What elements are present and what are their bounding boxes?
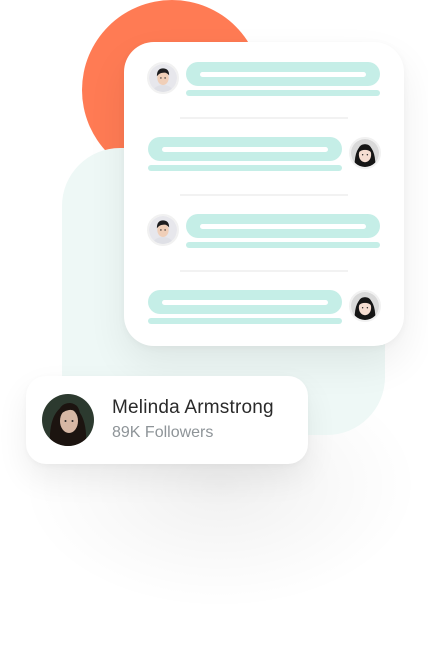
man-avatar-icon — [147, 214, 179, 246]
message-divider — [180, 194, 348, 196]
woman-avatar-icon — [349, 290, 381, 322]
message-bubble — [186, 214, 380, 238]
message-text-placeholder — [200, 224, 366, 229]
message-bubble — [148, 137, 342, 161]
man-avatar-icon — [147, 62, 179, 94]
message-subline — [186, 90, 380, 96]
message-subline — [186, 242, 380, 248]
message-subline — [148, 165, 342, 171]
chat-message — [124, 290, 404, 330]
message-text-placeholder — [162, 300, 328, 305]
follower-count: 89K Followers — [112, 424, 214, 441]
chat-message — [124, 137, 404, 177]
message-bubble — [148, 290, 342, 314]
profile-card[interactable]: Melinda Armstrong 89K Followers — [26, 376, 308, 464]
illustration-stage: Melinda Armstrong 89K Followers — [0, 0, 428, 650]
message-text-placeholder — [162, 147, 328, 152]
message-text-placeholder — [200, 72, 366, 77]
chat-card — [124, 42, 404, 346]
profile-name: Melinda Armstrong — [112, 397, 274, 418]
chat-message — [124, 62, 404, 102]
profile-photo-avatar — [42, 394, 94, 446]
message-subline — [148, 318, 342, 324]
chat-message — [124, 214, 404, 254]
message-divider — [180, 117, 348, 119]
message-bubble — [186, 62, 380, 86]
message-divider — [180, 270, 348, 272]
woman-avatar-icon — [349, 137, 381, 169]
